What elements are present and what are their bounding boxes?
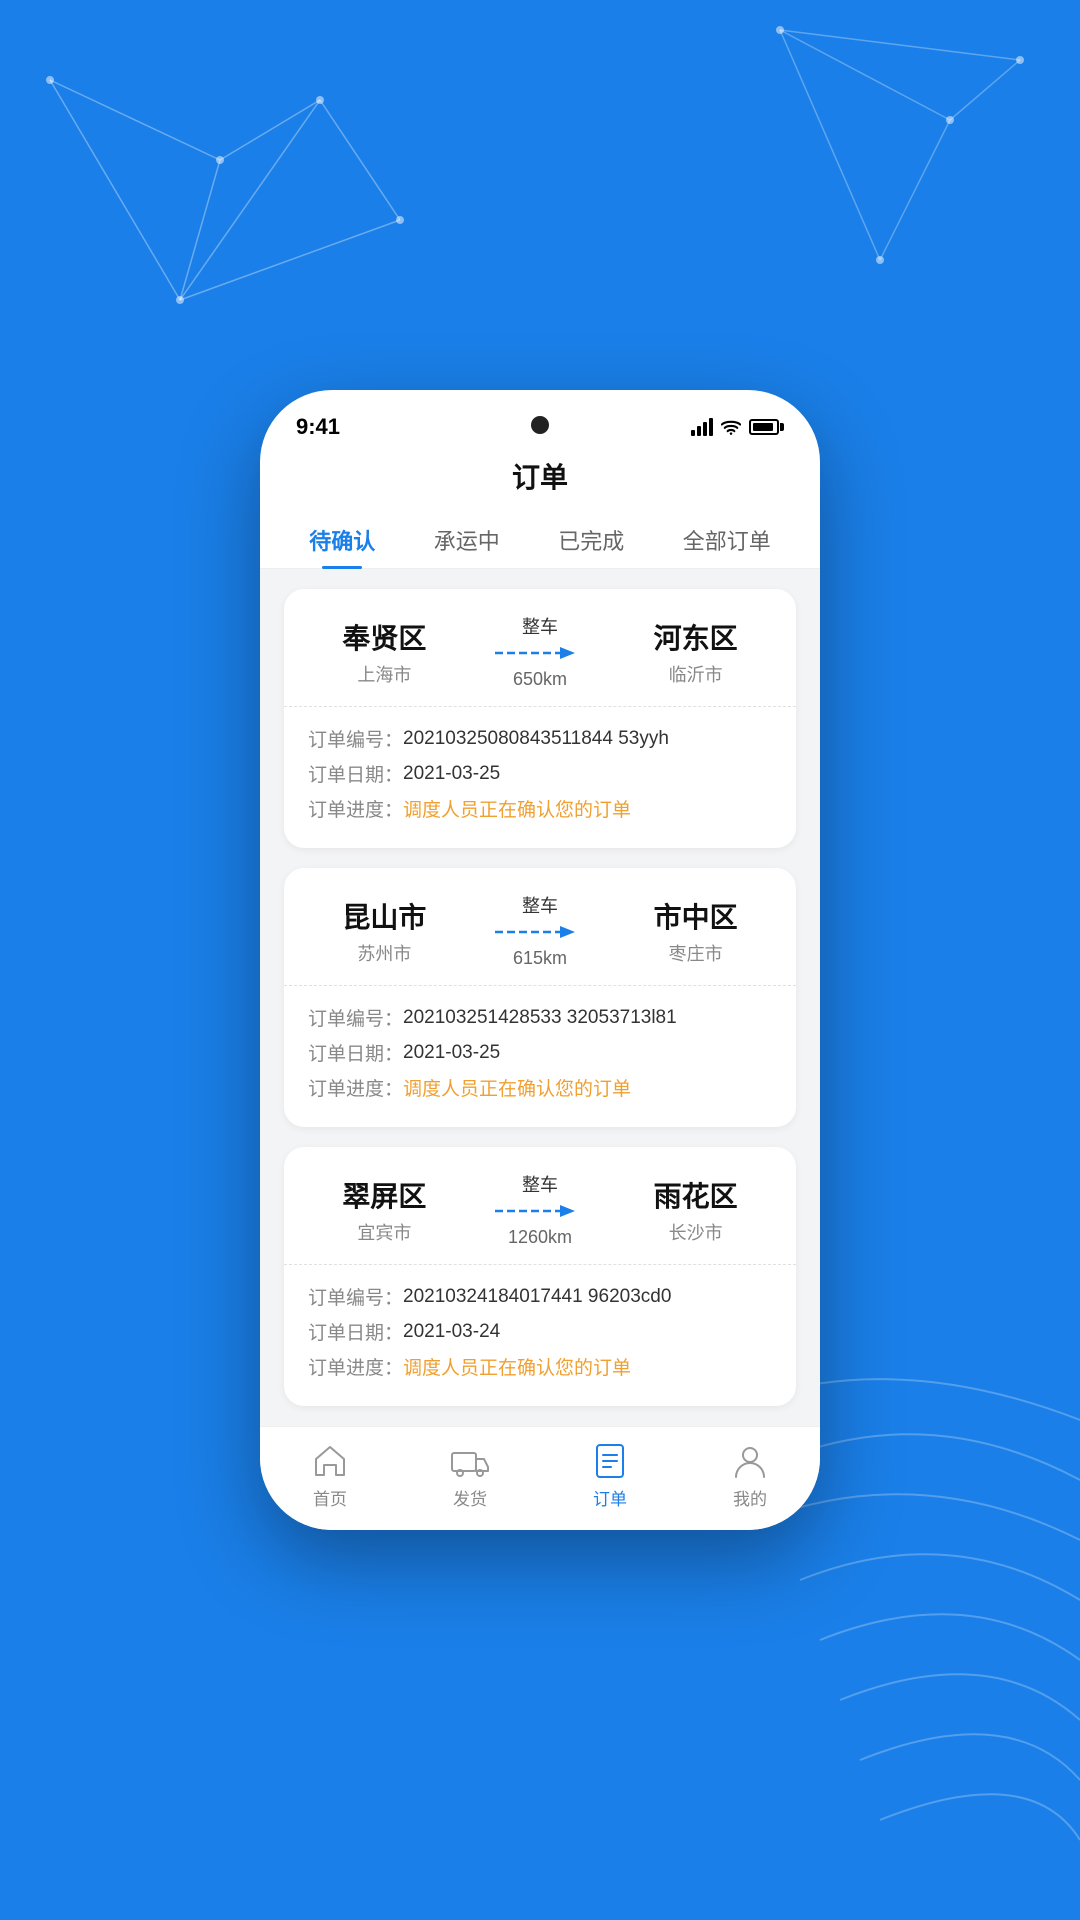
order-card-1[interactable]: 奉贤区 上海市 整车 650km 河东区 临沂市 [284,589,796,848]
order-no-row-1: 订单编号： 20210325080843511844 53yyh [308,725,772,752]
status-icons [691,418,784,436]
order-progress-row-1: 订单进度： 调度人员正在确认您的订单 [308,795,772,822]
order-route-1: 奉贤区 上海市 整车 650km 河东区 临沂市 [284,589,796,707]
order-details-2: 订单编号： 202103251428533 32053713l81 订单日期： … [284,986,796,1127]
nav-order[interactable]: 订单 [590,1441,630,1510]
order-progress-row-3: 订单进度： 调度人员正在确认您的订单 [308,1353,772,1380]
order-no-row-2: 订单编号： 202103251428533 32053713l81 [308,1004,772,1031]
camera-dot [531,416,549,434]
page-title: 订单 [512,462,568,493]
tab-all[interactable]: 全部订单 [667,512,787,568]
truck-icon [450,1441,490,1481]
battery-icon [749,419,784,435]
home-icon [310,1441,350,1481]
order-route-2: 昆山市 苏州市 整车 615km 市中区 枣庄市 [284,868,796,986]
order-route-3: 翠屏区 宜宾市 整车 1260km 雨花区 长沙市 [284,1147,796,1265]
order-card-3[interactable]: 翠屏区 宜宾市 整车 1260km 雨花区 长沙市 [284,1147,796,1406]
tab-inprogress[interactable]: 承运中 [418,512,516,568]
nav-ship[interactable]: 发货 [450,1441,490,1510]
order-card-2[interactable]: 昆山市 苏州市 整车 615km 市中区 枣庄市 [284,868,796,1127]
user-icon [730,1441,770,1481]
route-arrow-2 [495,922,585,942]
nav-home[interactable]: 首页 [310,1441,350,1510]
from-city-1: 奉贤区 上海市 [334,617,434,687]
from-city-3: 翠屏区 宜宾市 [334,1175,434,1245]
wifi-icon [721,419,741,435]
route-middle-3: 整车 1260km [495,1171,585,1248]
phone-frame: 9:41 [260,390,820,1530]
status-time: 9:41 [296,414,340,440]
page-header: 订单 [260,446,820,512]
bottom-nav: 首页 发货 [260,1426,820,1530]
route-middle-1: 整车 650km [495,613,585,690]
order-list: 奉贤区 上海市 整车 650km 河东区 临沂市 [260,569,820,1426]
order-progress-row-2: 订单进度： 调度人员正在确认您的订单 [308,1074,772,1101]
route-middle-2: 整车 615km [495,892,585,969]
route-arrow-3 [495,1201,585,1221]
tab-bar: 待确认 承运中 已完成 全部订单 [260,512,820,569]
order-icon [590,1441,630,1481]
route-arrow-1 [495,643,585,663]
order-details-1: 订单编号： 20210325080843511844 53yyh 订单日期： 2… [284,707,796,848]
nav-mine[interactable]: 我的 [730,1441,770,1510]
tab-completed[interactable]: 已完成 [542,512,640,568]
order-details-3: 订单编号： 20210324184017441 96203cd0 订单日期： 2… [284,1265,796,1406]
to-city-1: 河东区 临沂市 [646,617,746,687]
to-city-2: 市中区 枣庄市 [646,896,746,966]
order-date-row-2: 订单日期： 2021-03-25 [308,1039,772,1066]
signal-icon [691,418,713,436]
from-city-2: 昆山市 苏州市 [334,896,434,966]
to-city-3: 雨花区 长沙市 [646,1175,746,1245]
order-date-row-1: 订单日期： 2021-03-25 [308,760,772,787]
tab-pending[interactable]: 待确认 [293,512,391,568]
order-date-row-3: 订单日期： 2021-03-24 [308,1318,772,1345]
order-no-row-3: 订单编号： 20210324184017441 96203cd0 [308,1283,772,1310]
